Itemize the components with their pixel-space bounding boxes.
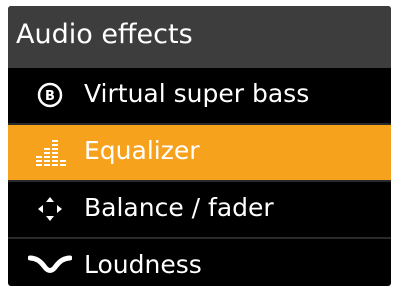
menu-item-label: Equalizer	[84, 136, 200, 165]
menu-item-label: Balance / fader	[84, 193, 274, 222]
menu-item-label: Virtual super bass	[84, 79, 310, 108]
page-title: Audio effects	[16, 19, 193, 50]
menu-item-equalizer[interactable]: Equalizer	[8, 125, 391, 180]
menu-item-loudness[interactable]: Loudness	[8, 239, 391, 286]
svg-text:B: B	[45, 89, 55, 104]
balance-fader-icon	[28, 191, 72, 227]
loudness-icon	[27, 248, 73, 284]
menu-item-balance-fader[interactable]: Balance / fader	[8, 182, 391, 237]
header-bar: Audio effects	[8, 6, 391, 68]
menu-item-virtual-super-bass[interactable]: B Virtual super bass	[8, 68, 391, 123]
audio-effects-screen: Audio effects B Virtual super bass Equal…	[8, 6, 391, 286]
menu-item-label: Loudness	[84, 250, 202, 279]
equalizer-icon	[28, 134, 72, 170]
bass-icon: B	[28, 77, 72, 113]
